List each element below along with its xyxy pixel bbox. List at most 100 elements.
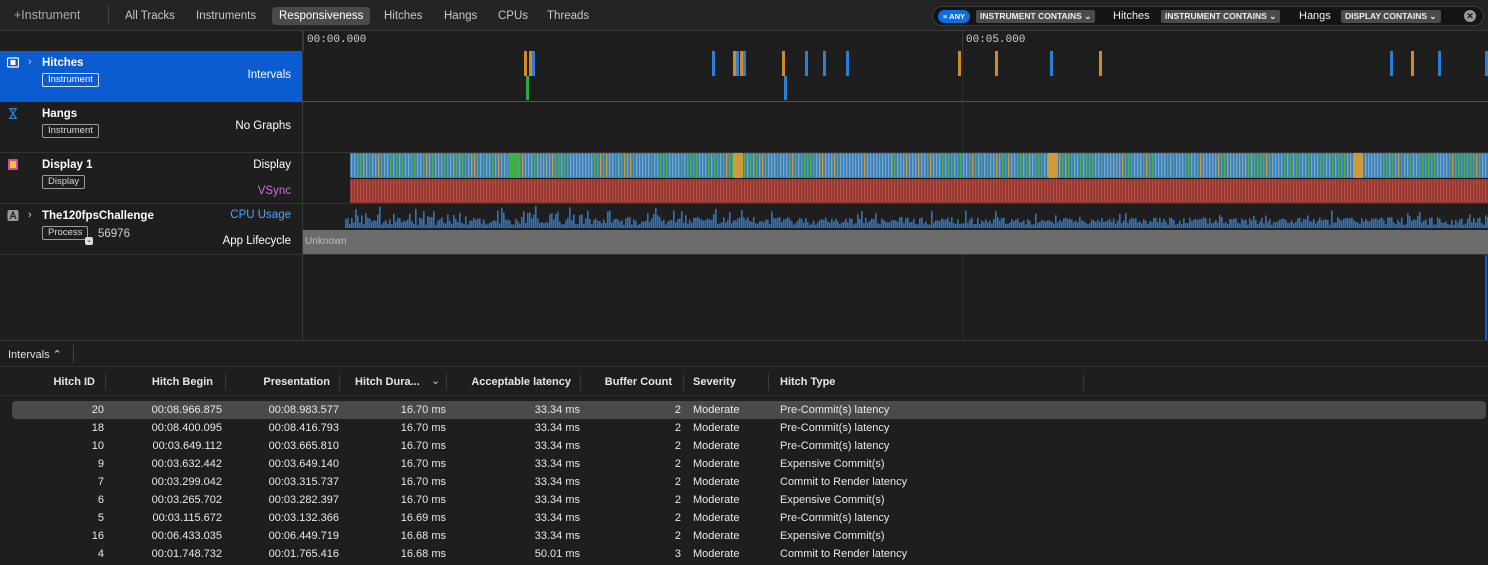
scope-cpus[interactable]: CPUs [491,7,535,25]
table-row[interactable]: 6 00:03.265.702 00:03.282.397 16.70 ms 33.34… [12,491,1486,509]
display-lane[interactable] [303,153,1488,203]
hitches-lane[interactable] [303,51,1488,101]
hitch-marker[interactable] [784,76,787,100]
scope-threads[interactable]: Threads [540,7,596,25]
hitch-marker[interactable] [846,51,849,76]
scope-instruments[interactable]: Instruments [189,7,263,25]
frame-mark [684,154,686,177]
table-row[interactable]: 9 00:03.632.442 00:03.649.140 16.70 ms 33.34… [12,455,1486,473]
track-hitches[interactable]: › Hitches Instrument Intervals [0,51,1488,102]
hitch-marker[interactable] [823,51,826,76]
table-row[interactable]: 5 00:03.115.672 00:03.132.366 16.69 ms 33.34… [12,509,1486,527]
clear-filter-icon[interactable]: ✕ [1464,10,1476,22]
hitch-marker[interactable] [1390,51,1393,76]
hitch-marker[interactable] [1438,51,1441,76]
process-menu-icon[interactable]: ⌄ [85,237,93,245]
column-divider[interactable] [1083,374,1084,390]
frame-mark [459,154,461,177]
long-frame-mark[interactable] [1353,153,1363,178]
column-divider[interactable] [225,374,226,390]
column-divider[interactable] [339,374,340,390]
table-row[interactable]: 20 00:08.966.875 00:08.983.577 16.70 ms 33.3… [12,401,1486,419]
long-frame-mark[interactable] [1048,153,1058,178]
time-ruler[interactable]: 00:00.000 00:05.000 [0,31,1488,51]
column-header-presentation[interactable]: Presentation [263,376,330,388]
table-row[interactable]: 18 00:08.400.095 00:08.416.793 16.70 ms 33.3… [12,419,1486,437]
vsync-mark [468,180,470,202]
cpu-bar [753,217,755,228]
filter-token-field[interactable]: DISPLAY CONTAINS ⌄ [1341,10,1441,23]
cell-hitch-id: 6 [97,494,104,506]
scope-hangs[interactable]: Hangs [437,7,484,25]
frame-mark [837,154,839,177]
hitch-marker[interactable] [524,51,527,76]
column-divider[interactable] [683,374,684,390]
add-instrument-button[interactable]: +Instrument [14,8,80,22]
frame-mark [462,154,464,177]
cpu-bar [927,224,929,228]
track-header[interactable]: › The120fpsChallenge Process ⌄ 56976 CPU… [0,204,303,254]
filter-bar[interactable]: ≡ ANY INSTRUMENT CONTAINS ⌄ Hitches INST… [932,6,1484,26]
vsync-mark [1023,180,1025,202]
column-header-hitch-duration[interactable]: Hitch Dura... [355,376,420,388]
column-header-hitch-begin[interactable]: Hitch Begin [152,376,213,388]
hitch-marker[interactable] [805,51,808,76]
filter-token-value[interactable]: Hitches [1113,10,1150,23]
table-row[interactable]: 4 00:01.748.732 00:01.765.416 16.68 ms 50.01… [12,545,1486,563]
column-divider[interactable] [580,374,581,390]
column-divider[interactable] [105,374,106,390]
vsync-mark [774,180,776,202]
table-row[interactable]: 10 00:03.649.112 00:03.665.810 16.70 ms 33.3… [12,437,1486,455]
hitch-marker[interactable] [532,51,535,76]
table-row[interactable]: 7 00:03.299.042 00:03.315.737 16.70 ms 33.34… [12,473,1486,491]
track-header[interactable]: Hangs Instrument No Graphs [0,102,303,152]
sort-chevron-icon[interactable]: ⌄ [431,374,440,387]
hitch-marker[interactable] [712,51,715,76]
cpu-bar [685,215,687,228]
frame-mark [927,154,929,177]
track-process[interactable]: › The120fpsChallenge Process ⌄ 56976 CPU… [0,204,1488,255]
track-header[interactable]: Display 1 Display Display VSync [0,153,303,203]
vsync-mark [900,180,902,202]
column-header-buffer-count[interactable]: Buffer Count [605,376,672,388]
scope-responsiveness[interactable]: Responsiveness [272,7,371,25]
match-any-toggle[interactable]: ≡ ANY [938,10,970,23]
filter-token-field[interactable]: INSTRUMENT CONTAINS ⌄ [1161,10,1281,23]
filter-token-value[interactable]: Hangs [1299,10,1331,23]
chevron-right-icon[interactable]: › [28,56,32,68]
scope-all-tracks[interactable]: All Tracks [118,7,182,25]
vsync-mark [636,180,638,202]
column-header-hitch-id[interactable]: Hitch ID [53,376,95,388]
column-divider[interactable] [768,374,769,390]
hitch-marker[interactable] [958,51,961,76]
cell-buffer-count: 2 [674,476,681,488]
long-frame-mark[interactable] [509,153,519,178]
cpu-bar [389,219,391,228]
cpu-bar [585,218,587,228]
hitch-marker[interactable] [782,51,785,76]
column-header-severity[interactable]: Severity [693,376,736,388]
hitch-marker[interactable] [995,51,998,76]
table-row[interactable]: 16 00:06.433.035 00:06.449.719 16.68 ms 33.3… [12,527,1486,545]
column-divider[interactable] [446,374,447,390]
process-lane[interactable]: Unknown [303,204,1488,254]
frame-mark [885,154,887,177]
hangs-lane[interactable] [303,102,1488,152]
hitch-marker[interactable] [1050,51,1053,76]
track-display[interactable]: Display 1 Display Display VSync [0,153,1488,204]
hitch-marker[interactable] [743,51,746,76]
column-header-acceptable-latency[interactable]: Acceptable latency [471,376,571,388]
long-frame-mark[interactable] [733,153,743,178]
detail-view-selector[interactable]: Intervals ⌃ [8,348,62,361]
filter-token-field[interactable]: INSTRUMENT CONTAINS ⌄ [976,10,1096,23]
hitch-marker[interactable] [1099,51,1102,76]
hitch-marker[interactable] [1411,51,1414,76]
column-header-hitch-type[interactable]: Hitch Type [780,376,835,388]
track-header[interactable]: › Hitches Instrument Intervals [0,51,303,101]
track-hangs[interactable]: Hangs Instrument No Graphs [0,102,1488,153]
hitch-marker[interactable] [736,51,739,76]
chevron-right-icon[interactable]: › [28,209,32,221]
hitch-marker[interactable] [526,76,529,100]
scope-hitches[interactable]: Hitches [377,7,429,25]
vsync-mark [1434,180,1436,202]
